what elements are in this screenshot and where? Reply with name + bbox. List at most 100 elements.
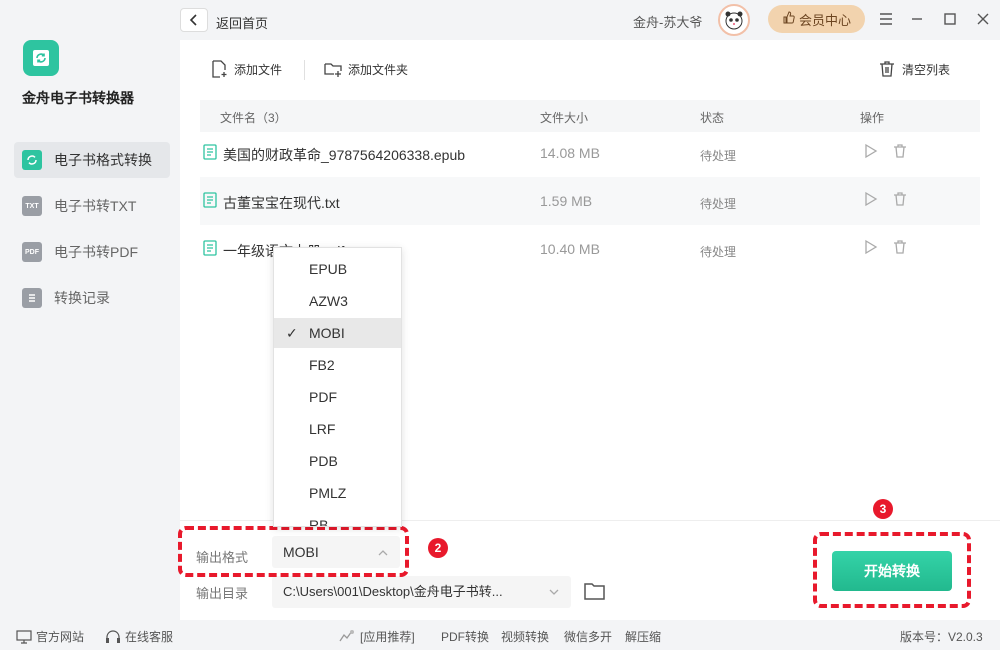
monitor-icon	[16, 629, 32, 644]
file-icon	[203, 192, 217, 208]
book-convert-icon	[33, 50, 49, 66]
table-row[interactable]: 美国的财政革命_9787564206338.epub 14.08 MB 待处理	[200, 129, 980, 177]
output-dir-value: C:\Users\001\Desktop\金舟电子书转...	[283, 584, 503, 599]
file-status: 待处理	[700, 197, 737, 211]
add-file-label: 添加文件	[234, 62, 283, 77]
folder-icon[interactable]	[584, 581, 606, 601]
format-option-azw3[interactable]: AZW3	[274, 286, 401, 316]
header-filesize: 文件大小	[540, 111, 589, 125]
delete-icon[interactable]	[892, 143, 908, 159]
sidebar-item-label: 电子书格式转换	[54, 152, 152, 168]
header-ops: 操作	[860, 111, 885, 125]
output-dir-label: 输出目录	[196, 586, 249, 601]
footer-link[interactable]: 解压缩	[625, 628, 661, 645]
annotation-box-start-button	[813, 532, 971, 608]
file-name: 古董宝宝在现代.txt	[223, 195, 340, 211]
file-size: 10.40 MB	[540, 241, 600, 257]
close-icon[interactable]	[972, 8, 994, 30]
sidebar: 金舟电子书转换器 电子书格式转换 TXT 电子书转TXT PDF 电子书转PDF…	[0, 0, 180, 620]
add-folder-label: 添加文件夹	[348, 62, 409, 77]
file-size: 14.08 MB	[540, 145, 600, 161]
checkmark-icon: ✓	[286, 325, 298, 341]
app-logo	[23, 40, 59, 76]
annotation-badge-3: 3	[873, 499, 893, 519]
app-name: 金舟电子书转换器	[22, 90, 134, 106]
footer-link[interactable]: 微信多开	[564, 628, 612, 645]
refresh-icon	[22, 150, 42, 170]
file-size: 1.59 MB	[540, 193, 593, 209]
official-website-link[interactable]: 官方网站	[16, 628, 84, 645]
online-support-label: 在线客服	[125, 630, 174, 644]
table-header: 文件名（3） 文件大小 状态 操作	[200, 100, 980, 132]
file-name: 美国的财政革命_9787564206338.epub	[223, 147, 466, 163]
header-status: 状态	[700, 111, 725, 125]
version-label: 版本号：V2.0.3	[900, 630, 983, 644]
format-option-pmlz[interactable]: PMLZ	[274, 478, 401, 508]
minimize-icon[interactable]	[906, 8, 928, 30]
add-file-icon	[212, 60, 227, 78]
add-folder-icon	[324, 63, 342, 77]
table-row[interactable]: 古董宝宝在现代.txt 1.59 MB 待处理	[200, 177, 980, 225]
back-button[interactable]	[180, 8, 208, 32]
play-icon[interactable]	[864, 143, 878, 159]
format-option-lrf[interactable]: LRF	[274, 414, 401, 444]
maximize-icon[interactable]	[939, 8, 961, 30]
username: 金舟-苏大爷	[633, 15, 703, 30]
headset-icon	[106, 629, 120, 643]
clear-list-label: 清空列表	[902, 62, 951, 77]
format-option-epub[interactable]: EPUB	[274, 254, 401, 284]
sidebar-item-label: 转换记录	[54, 290, 110, 306]
back-label[interactable]: 返回首页	[216, 13, 268, 32]
file-status: 待处理	[700, 149, 737, 163]
trash-icon	[880, 61, 894, 77]
sidebar-item-label: 电子书转PDF	[54, 244, 138, 260]
vip-label: 会员中心	[798, 12, 851, 28]
file-icon	[203, 240, 217, 256]
online-support-link[interactable]: 在线客服	[105, 628, 173, 645]
format-option-label: MOBI	[309, 325, 345, 341]
footer-link[interactable]: 视频转换	[501, 628, 549, 645]
format-dropdown-menu: EPUB AZW3 ✓ MOBI FB2 PDF LRF PDB PMLZ RB	[273, 247, 402, 527]
play-icon[interactable]	[864, 239, 878, 255]
top-bar: 返回首页 金舟-苏大爷 会员中心	[180, 0, 1000, 40]
file-status: 待处理	[700, 245, 737, 259]
file-icon	[203, 144, 217, 160]
add-folder-button[interactable]: 添加文件夹	[324, 60, 408, 78]
history-icon	[22, 288, 42, 308]
app-recommend-label: [应用推荐]	[360, 630, 415, 644]
delete-icon[interactable]	[892, 239, 908, 255]
sidebar-item-format-convert[interactable]: 电子书格式转换	[14, 142, 170, 178]
format-option-pdf[interactable]: PDF	[274, 382, 401, 412]
chevron-left-icon	[189, 14, 197, 26]
panda-avatar-icon	[725, 11, 743, 30]
sidebar-item-to-txt[interactable]: TXT 电子书转TXT	[14, 188, 170, 224]
footer-link[interactable]: PDF转换	[441, 628, 489, 645]
output-dir-select[interactable]: C:\Users\001\Desktop\金舟电子书转...	[272, 576, 571, 608]
play-icon[interactable]	[864, 191, 878, 207]
pdf-icon: PDF	[22, 242, 42, 262]
header-filename: 文件名（3）	[220, 111, 287, 125]
sidebar-item-to-pdf[interactable]: PDF 电子书转PDF	[14, 234, 170, 270]
official-website-label: 官方网站	[36, 630, 85, 644]
menu-icon[interactable]	[875, 8, 897, 30]
footer: 官方网站 在线客服 [应用推荐] PDF转换 视频转换 微信多开 解压缩 版本号…	[0, 620, 1000, 650]
toolbar-divider	[304, 60, 305, 80]
app-recommend[interactable]: [应用推荐]	[338, 628, 415, 645]
annotation-badge-2: 2	[428, 538, 448, 558]
format-option-fb2[interactable]: FB2	[274, 350, 401, 380]
vip-center-button[interactable]: 会员中心	[768, 5, 865, 33]
recommend-icon	[339, 629, 354, 641]
sidebar-item-label: 电子书转TXT	[54, 198, 137, 214]
clear-list-button[interactable]: 清空列表	[878, 60, 950, 78]
delete-icon[interactable]	[892, 191, 908, 207]
format-option-pdb[interactable]: PDB	[274, 446, 401, 476]
add-file-button[interactable]: 添加文件	[210, 60, 282, 78]
chevron-down-icon	[549, 576, 559, 608]
format-option-rb[interactable]: RB	[274, 510, 401, 526]
thumbs-up-icon	[782, 11, 795, 27]
annotation-box-output-format	[178, 526, 409, 577]
avatar[interactable]	[718, 4, 750, 36]
sidebar-item-history[interactable]: 转换记录	[14, 280, 170, 316]
txt-icon: TXT	[22, 196, 42, 216]
format-option-mobi[interactable]: ✓ MOBI	[274, 318, 401, 348]
